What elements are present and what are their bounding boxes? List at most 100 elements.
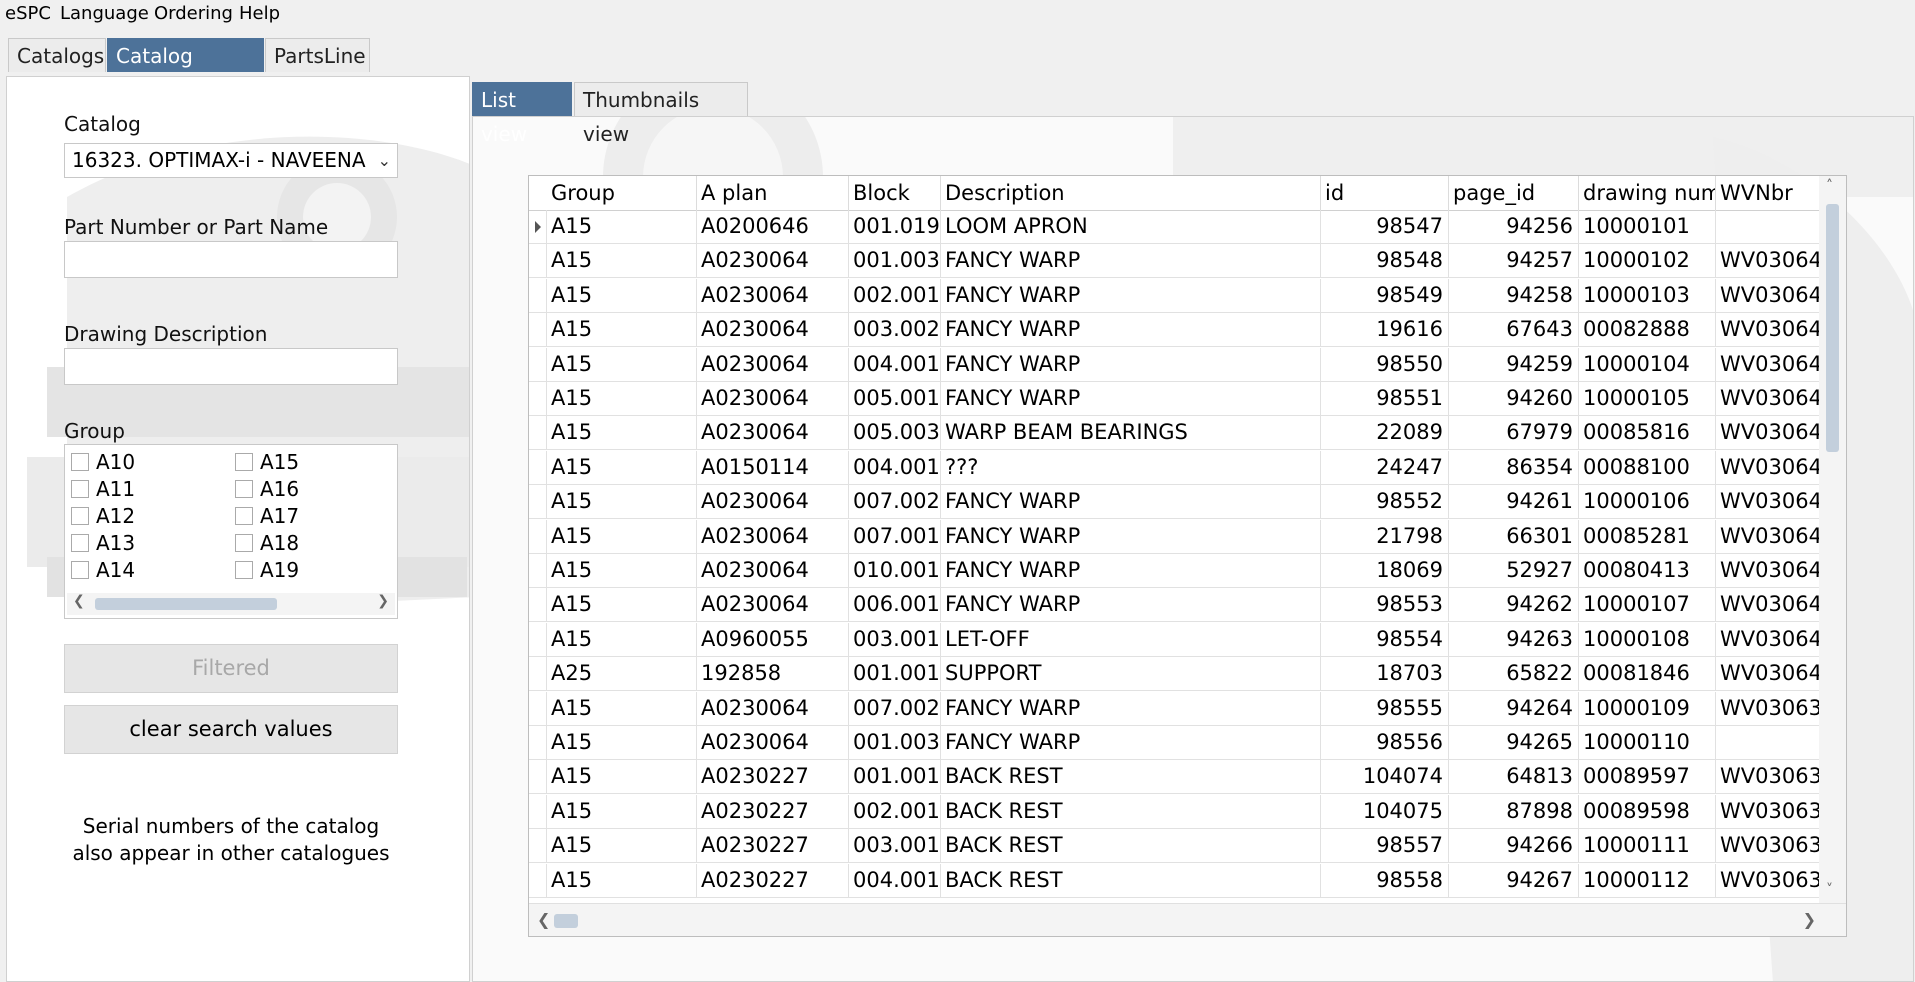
group-horizontal-scrollbar[interactable]: ❮ ❯ xyxy=(67,593,395,615)
cell-id: 98548 xyxy=(1321,244,1449,279)
row-header[interactable] xyxy=(529,760,547,795)
table-row[interactable]: A15 A0230227 001.001 BACK REST 104074 64813 00… xyxy=(529,760,1826,795)
column-header-drawing-number[interactable]: drawing numb xyxy=(1579,176,1716,210)
scroll-left-icon[interactable]: ❮ xyxy=(537,910,550,929)
menu-ordering[interactable]: Ordering xyxy=(154,3,233,24)
tab-list-view[interactable]: List view xyxy=(472,82,572,146)
cell-id: 19616 xyxy=(1321,313,1449,348)
catalog-select[interactable]: 16323. OPTIMAX-i - NAVEENA ⌄ xyxy=(64,143,398,178)
group-checkbox-a19[interactable]: A19 xyxy=(235,558,299,582)
vertical-scroll-thumb[interactable] xyxy=(1826,204,1839,452)
table-horizontal-scrollbar[interactable]: ❮ ❯ xyxy=(529,903,1846,936)
row-header[interactable] xyxy=(529,657,547,692)
group-checkbox-a12[interactable]: A12 xyxy=(71,504,135,528)
column-header-page-id[interactable]: page_id xyxy=(1449,176,1579,210)
table-row[interactable]: A15 A0230064 007.002 FANCY WARP 98552 94261 10… xyxy=(529,485,1826,520)
tab-catalogs[interactable]: Catalogs xyxy=(8,38,106,72)
column-header-a-plan[interactable]: A plan xyxy=(697,176,849,210)
cell-page-id: 94257 xyxy=(1449,244,1579,279)
cell-a-plan: A0230064 xyxy=(697,313,849,348)
table-row[interactable]: A15 A0230064 001.003 FANCY WARP 98556 94265 10… xyxy=(529,726,1826,760)
menu-help[interactable]: Help xyxy=(239,3,280,24)
row-header[interactable] xyxy=(529,726,547,760)
table-row[interactable]: A15 A0230064 005.003 WARP BEAM BEARINGS 2208… xyxy=(529,416,1826,451)
cell-id: 98552 xyxy=(1321,485,1449,520)
filtered-button[interactable]: Filtered xyxy=(64,644,398,693)
row-header[interactable] xyxy=(529,347,547,382)
cell-block: 010.001 xyxy=(849,554,941,588)
tab-partsline[interactable]: PartsLine xyxy=(265,38,370,72)
row-header[interactable] xyxy=(529,519,547,554)
scroll-up-icon[interactable]: ˄ xyxy=(1826,178,1833,194)
group-checkbox-a13[interactable]: A13 xyxy=(71,531,135,555)
clear-search-button[interactable]: clear search values xyxy=(64,705,398,754)
table-row[interactable]: A15 A0230064 003.002 FANCY WARP 19616 67643 00… xyxy=(529,313,1826,348)
row-header[interactable] xyxy=(529,588,547,623)
row-header[interactable] xyxy=(529,691,547,726)
row-header[interactable] xyxy=(529,450,547,485)
scroll-left-icon[interactable]: ❮ xyxy=(73,593,85,609)
menu-language[interactable]: Language xyxy=(60,3,149,24)
group-checkbox-a14[interactable]: A14 xyxy=(71,558,135,582)
table-row[interactable]: A15 A0230064 004.001 FANCY WARP 98550 94259 10… xyxy=(529,347,1826,382)
scroll-thumb[interactable] xyxy=(95,598,277,610)
table-row[interactable]: A15 A0230064 007.002 FANCY WARP 98555 94264 10… xyxy=(529,691,1826,726)
row-header[interactable] xyxy=(529,794,547,829)
table-vertical-scrollbar[interactable]: ˄ ˅ xyxy=(1819,176,1846,903)
scroll-right-icon[interactable]: ❯ xyxy=(377,593,389,609)
table-row[interactable]: A15 A0230227 002.001 BACK REST 104075 87898 00… xyxy=(529,794,1826,829)
row-header[interactable] xyxy=(529,313,547,348)
cell-group: A15 xyxy=(547,863,697,898)
row-pointer-icon[interactable] xyxy=(529,210,547,244)
scroll-right-icon[interactable]: ❯ xyxy=(1803,910,1816,929)
table-row[interactable]: A15 A0230064 006.001 FANCY WARP 98553 94262 10… xyxy=(529,588,1826,623)
cell-description: FANCY WARP xyxy=(941,347,1321,382)
table-row[interactable]: A15 A0230064 010.001 FANCY WARP 18069 52927 00… xyxy=(529,554,1826,588)
row-header[interactable] xyxy=(529,244,547,279)
group-checkbox-a18[interactable]: A18 xyxy=(235,531,299,555)
row-header[interactable] xyxy=(529,554,547,588)
table-row[interactable]: A15 A0150114 004.001??? 24247 86354 00088100 W… xyxy=(529,450,1826,485)
table-row[interactable]: A15 A0230227 003.001 BACK REST 98557 94266 100… xyxy=(529,829,1826,864)
cell-wvnbr xyxy=(1716,210,1826,244)
group-checkbox-a10[interactable]: A10 xyxy=(71,450,135,474)
row-header[interactable] xyxy=(529,829,547,864)
table-row[interactable]: A15 A0200646 001.019 LOOM APRON 98547 94256 10… xyxy=(529,210,1826,244)
row-header[interactable] xyxy=(529,382,547,416)
table-row[interactable]: A15 A0230227 004.001 BACK REST 98558 94267 100… xyxy=(529,863,1826,898)
table-row[interactable]: A15 A0230064 001.003 FANCY WARP 98548 94257 10… xyxy=(529,244,1826,279)
column-header-description[interactable]: Description xyxy=(941,176,1321,210)
cell-description: BACK REST xyxy=(941,863,1321,898)
cell-wvnbr: WV030638 xyxy=(1716,863,1826,898)
cell-description: FANCY WARP xyxy=(941,382,1321,416)
cell-group: A15 xyxy=(547,347,697,382)
group-checkbox-a17[interactable]: A17 xyxy=(235,504,299,528)
part-number-input[interactable] xyxy=(64,241,398,278)
table-row[interactable]: A25 192858 001.001 SUPPORT 18703 65822 0008184… xyxy=(529,657,1826,692)
column-header-wvnbr[interactable]: WVNbr xyxy=(1716,176,1826,210)
scroll-down-icon[interactable]: ˅ xyxy=(1826,882,1833,898)
cell-a-plan: A0230064 xyxy=(697,519,849,554)
drawing-description-input[interactable] xyxy=(64,348,398,385)
table-row[interactable]: A15 A0960055 003.001 LET-OFF 98554 94263 10000… xyxy=(529,622,1826,657)
table-row[interactable]: A15 A0230064 002.001 FANCY WARP 98549 94258 10… xyxy=(529,278,1826,313)
horizontal-scroll-thumb[interactable] xyxy=(554,914,578,928)
group-checkbox-a15[interactable]: A15 xyxy=(235,450,299,474)
column-header-id[interactable]: id xyxy=(1321,176,1449,210)
tab-thumbnails-view[interactable]: Thumbnails view xyxy=(574,82,748,146)
column-header-group[interactable]: Group xyxy=(547,176,697,210)
tab-catalog-details[interactable]: Catalog details xyxy=(107,38,264,102)
row-header[interactable] xyxy=(529,622,547,657)
table-row[interactable]: A15 A0230064 005.001 FANCY WARP 98551 94260 10… xyxy=(529,382,1826,416)
cell-page-id: 67643 xyxy=(1449,313,1579,348)
row-header[interactable] xyxy=(529,485,547,520)
table-row[interactable]: A15 A0230064 007.001 FANCY WARP 21798 66301 00… xyxy=(529,519,1826,554)
menu-espc[interactable]: eSPC xyxy=(5,3,51,24)
group-checkbox-a11[interactable]: A11 xyxy=(71,477,135,501)
row-header[interactable] xyxy=(529,863,547,898)
cell-wvnbr: WV030640 xyxy=(1716,347,1826,382)
row-header[interactable] xyxy=(529,278,547,313)
column-header-block[interactable]: Block xyxy=(849,176,941,210)
row-header[interactable] xyxy=(529,416,547,451)
group-checkbox-a16[interactable]: A16 xyxy=(235,477,299,501)
